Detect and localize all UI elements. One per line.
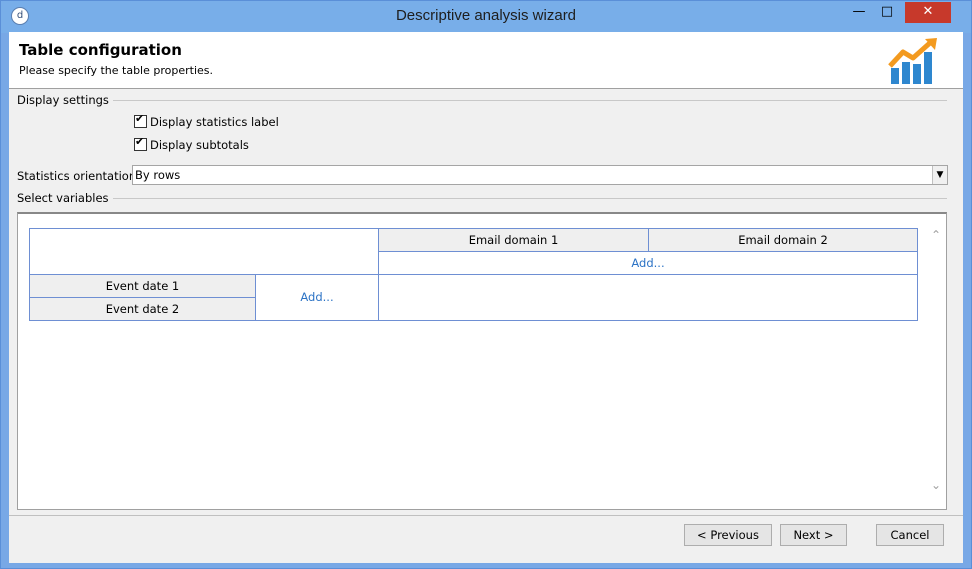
page-subtitle: Please specify the table properties. xyxy=(19,64,213,77)
statistics-orientation-select[interactable]: By rows ▼ xyxy=(132,165,948,185)
variables-grid-panel: ⌃ ⌄ Email domain 1 Email domain 2 Add...… xyxy=(17,212,947,510)
window-title: Descriptive analysis wizard xyxy=(395,7,577,24)
column-header-label: Email domain 2 xyxy=(738,233,828,247)
display-statistics-label-text: Display statistics label xyxy=(150,114,279,129)
wizard-header: Table configuration Please specify the t… xyxy=(9,32,963,89)
display-subtotals-text: Display subtotals xyxy=(150,137,249,152)
add-column-cell: Add... xyxy=(378,251,918,275)
select-variables-divider xyxy=(17,198,947,199)
statistics-orientation-label: Statistics orientation: xyxy=(17,169,141,183)
title-bar: d Descriptive analysis wizard — □ ✕ xyxy=(1,1,971,33)
display-subtotals-checkbox[interactable] xyxy=(134,135,147,151)
wizard-window: d Descriptive analysis wizard — □ ✕ Tabl… xyxy=(0,0,972,569)
row-header-label: Event date 1 xyxy=(105,279,180,293)
wizard-body: Display settings Display statistics labe… xyxy=(9,89,963,563)
previous-button[interactable]: < Previous xyxy=(684,524,772,546)
column-header-email-domain-2[interactable]: Email domain 2 xyxy=(648,228,918,252)
statistics-orientation-value: By rows xyxy=(135,168,181,182)
next-button[interactable]: Next > xyxy=(780,524,847,546)
display-statistics-label-row[interactable]: Display statistics label xyxy=(134,112,279,130)
scroll-up-icon[interactable]: ⌃ xyxy=(931,228,941,242)
display-settings-label: Display settings xyxy=(17,93,113,107)
scroll-down-icon[interactable]: ⌄ xyxy=(931,478,941,492)
chevron-down-icon[interactable]: ▼ xyxy=(932,166,947,184)
add-row-cell: Add... xyxy=(255,274,379,321)
close-button[interactable]: ✕ xyxy=(905,2,951,23)
minimize-button[interactable]: — xyxy=(846,2,872,23)
display-settings-divider xyxy=(17,100,947,101)
page-title: Table configuration xyxy=(19,41,182,59)
footer-divider xyxy=(9,515,963,516)
add-row-link[interactable]: Add... xyxy=(300,290,333,304)
row-header-label: Event date 2 xyxy=(105,302,180,316)
grid-data-area xyxy=(378,274,918,321)
column-header-label: Email domain 1 xyxy=(468,233,559,247)
display-subtotals-row[interactable]: Display subtotals xyxy=(134,135,249,153)
add-column-link[interactable]: Add... xyxy=(631,256,664,270)
select-variables-label: Select variables xyxy=(17,191,113,205)
maximize-button[interactable]: □ xyxy=(874,2,900,23)
grid-corner-cell xyxy=(29,228,379,275)
display-statistics-label-checkbox[interactable] xyxy=(134,112,147,128)
cancel-button[interactable]: Cancel xyxy=(876,524,944,546)
wizard-client-area: Table configuration Please specify the t… xyxy=(9,32,963,563)
row-header-event-date-2[interactable]: Event date 2 xyxy=(29,297,256,321)
chart-trend-icon xyxy=(888,38,937,84)
row-header-event-date-1[interactable]: Event date 1 xyxy=(29,274,256,298)
column-header-email-domain-1[interactable]: Email domain 1 xyxy=(378,228,649,252)
